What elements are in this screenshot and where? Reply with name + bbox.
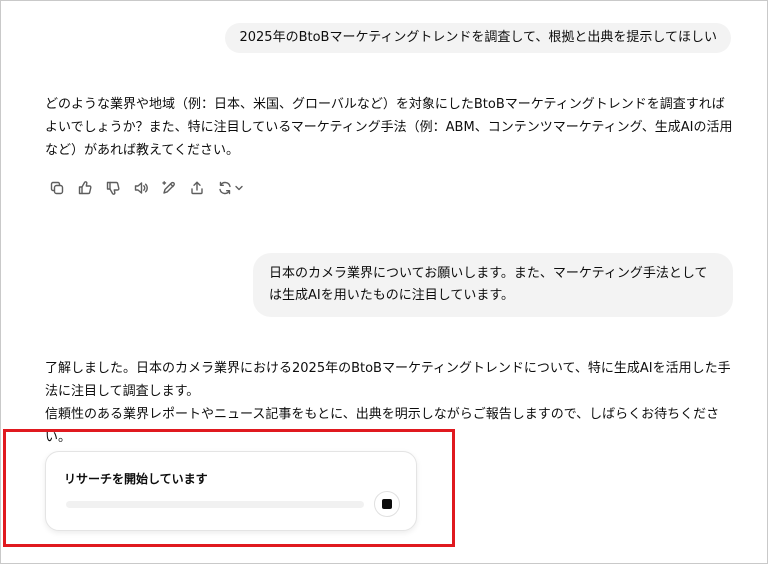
assistant-message-text: どのような業界や地域（例：日本、米国、グローバルなど）を対象にしたBtoBマーケ… <box>45 97 733 158</box>
copy-icon <box>50 181 64 195</box>
assistant-message-line: 了解しました。日本のカメラ業界における2025年のBtoBマーケティングトレンド… <box>45 361 731 399</box>
thumbs-down-icon <box>106 181 120 195</box>
message-action-bar <box>45 177 247 199</box>
user-message-text: 2025年のBtoBマーケティングトレンドを調査して、根拠と出典を提示してほしい <box>239 30 717 45</box>
chevron-down-icon <box>234 185 243 191</box>
highlight-annotation <box>3 429 455 547</box>
read-aloud-button[interactable] <box>129 177 153 199</box>
assistant-message: どのような業界や地域（例：日本、米国、グローバルなど）を対象にしたBtoBマーケ… <box>45 93 735 162</box>
user-message-bubble: 日本のカメラ業界についてお願いします。また、マーケティング手法としては生成AIを… <box>253 253 733 317</box>
read-aloud-icon <box>134 182 148 194</box>
copy-button[interactable] <box>45 177 69 199</box>
edit-icon <box>162 181 175 194</box>
share-button[interactable] <box>185 177 209 199</box>
regenerate-button[interactable] <box>213 177 247 199</box>
good-response-button[interactable] <box>73 177 97 199</box>
bad-response-button[interactable] <box>101 177 125 199</box>
share-icon <box>191 181 203 195</box>
user-message-text: 日本のカメラ業界についてお願いします。また、マーケティング手法としては生成AIを… <box>269 266 708 303</box>
edit-button[interactable] <box>157 177 181 199</box>
regenerate-icon <box>218 181 231 195</box>
chat-window: 2025年のBtoBマーケティングトレンドを調査して、根拠と出典を提示してほしい… <box>0 0 768 564</box>
thumbs-up-icon <box>78 181 92 195</box>
user-message-bubble: 2025年のBtoBマーケティングトレンドを調査して、根拠と出典を提示してほしい <box>225 23 731 53</box>
